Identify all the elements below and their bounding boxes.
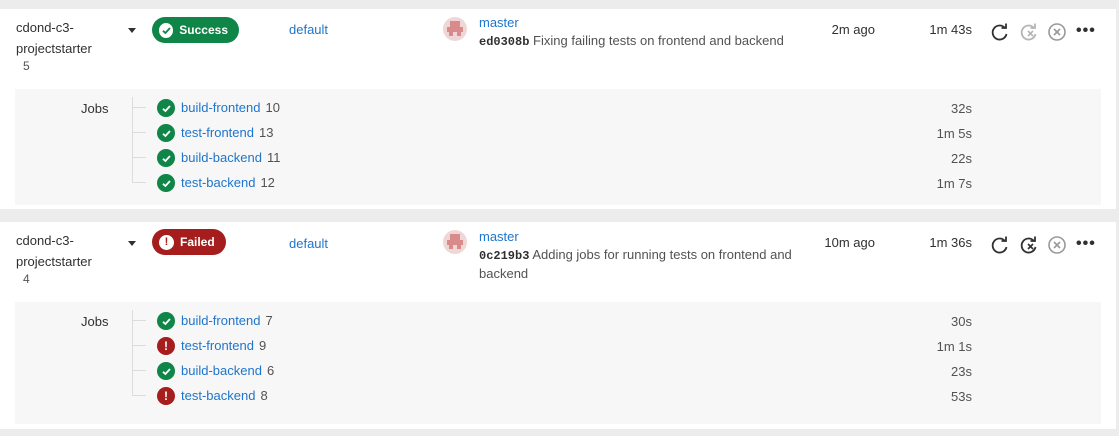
job-row[interactable]: ! test-backend 8 53s [15, 385, 1101, 407]
job-duration: 30s [951, 314, 972, 329]
job-number: 10 [265, 100, 280, 115]
job-number: 7 [265, 313, 273, 328]
job-row[interactable]: test-backend 12 1m 7s [15, 172, 1101, 194]
success-icon [157, 149, 175, 167]
more-actions-icon[interactable]: ••• [1076, 23, 1096, 39]
created-ago: 2m ago [831, 22, 875, 37]
pipeline-id: 5 [23, 59, 30, 73]
job-number: 9 [259, 338, 267, 353]
success-icon [157, 99, 175, 117]
job-name-link[interactable]: build-frontend [181, 100, 261, 115]
status-badge[interactable]: ! Failed [152, 229, 226, 255]
project-name[interactable]: cdond-c3- projectstarter 4 [16, 230, 92, 286]
pipeline-duration: 1m 43s [929, 22, 972, 37]
job-number: 11 [266, 150, 281, 165]
error-circle-icon: ! [159, 234, 174, 250]
commit-message[interactable]: Fixing failing tests on frontend and bac… [533, 33, 784, 48]
project-name-line1[interactable]: cdond-c3- [16, 20, 74, 35]
expand-chevron-down-icon[interactable] [128, 28, 136, 33]
commit-info: master 0c219b3 Adding jobs for running t… [479, 228, 799, 283]
job-name-link[interactable]: test-frontend [181, 125, 254, 140]
job-row[interactable]: build-backend 6 23s [15, 360, 1101, 382]
retry-failed-icon[interactable] [1019, 235, 1039, 255]
job-row[interactable]: build-backend 11 22s [15, 147, 1101, 169]
default-branch-link[interactable]: default [289, 236, 328, 251]
status-label: Failed [180, 235, 215, 249]
success-icon [157, 312, 175, 330]
job-duration: 1m 7s [936, 176, 972, 191]
job-name-link[interactable]: build-frontend [181, 313, 261, 328]
job-number: 13 [259, 125, 274, 140]
job-duration: 53s [951, 389, 972, 404]
job-name-link[interactable]: test-frontend [181, 338, 254, 353]
job-row[interactable]: build-frontend 7 30s [15, 310, 1101, 332]
expand-chevron-down-icon[interactable] [128, 241, 136, 246]
status-label: Success [179, 23, 228, 37]
job-duration: 1m 5s [936, 126, 972, 141]
more-actions-icon[interactable]: ••• [1076, 236, 1096, 252]
job-row[interactable]: ! test-frontend 9 1m 1s [15, 335, 1101, 357]
success-icon [157, 124, 175, 142]
failed-icon: ! [157, 337, 175, 355]
commit-sha[interactable]: 0c219b3 [479, 249, 529, 263]
default-branch-link[interactable]: default [289, 22, 328, 37]
job-name-link[interactable]: build-backend [181, 363, 262, 378]
project-name-line2[interactable]: projectstarter [16, 41, 92, 56]
jobs-panel: Jobs build-frontend 7 30s ! test-frontend… [15, 302, 1101, 424]
commit-sha[interactable]: ed0308b [479, 35, 529, 49]
cancel-icon[interactable] [1047, 235, 1067, 255]
jobs-panel: Jobs build-frontend 10 32s test-frontend 1… [15, 89, 1101, 205]
success-icon [157, 174, 175, 192]
pipeline-card: cdond-c3- projectstarter 4 ! Failed defa… [0, 222, 1116, 429]
user-avatar[interactable] [443, 230, 467, 254]
job-duration: 22s [951, 151, 972, 166]
retry-failed-icon[interactable] [1019, 22, 1039, 42]
job-duration: 32s [951, 101, 972, 116]
job-row[interactable]: build-frontend 10 32s [15, 97, 1101, 119]
failed-icon: ! [157, 387, 175, 405]
job-number: 8 [260, 388, 268, 403]
status-badge[interactable]: Success [152, 17, 239, 43]
pipeline-duration: 1m 36s [929, 235, 972, 250]
created-ago: 10m ago [824, 235, 875, 250]
job-number: 6 [266, 363, 275, 378]
project-name-line2[interactable]: projectstarter [16, 254, 92, 269]
project-name-line1[interactable]: cdond-c3- [16, 233, 74, 248]
check-circle-icon [159, 22, 174, 38]
job-name-link[interactable]: test-backend [181, 175, 255, 190]
project-name[interactable]: cdond-c3- projectstarter 5 [16, 17, 92, 73]
commit-info: master ed0308b Fixing failing tests on f… [479, 14, 799, 51]
job-name-link[interactable]: test-backend [181, 388, 255, 403]
branch-ref-link[interactable]: master [479, 14, 799, 32]
success-icon [157, 362, 175, 380]
pipeline-card: cdond-c3- projectstarter 5 Success defau… [0, 9, 1116, 209]
job-duration: 23s [951, 364, 972, 379]
job-name-link[interactable]: build-backend [181, 150, 262, 165]
job-duration: 1m 1s [936, 339, 972, 354]
pipeline-id: 4 [23, 272, 30, 286]
job-row[interactable]: test-frontend 13 1m 5s [15, 122, 1101, 144]
retry-icon[interactable] [990, 235, 1010, 255]
cancel-icon[interactable] [1047, 22, 1067, 42]
job-number: 12 [260, 175, 275, 190]
user-avatar[interactable] [443, 17, 467, 41]
branch-ref-link[interactable]: master [479, 228, 799, 246]
retry-icon[interactable] [990, 22, 1010, 42]
